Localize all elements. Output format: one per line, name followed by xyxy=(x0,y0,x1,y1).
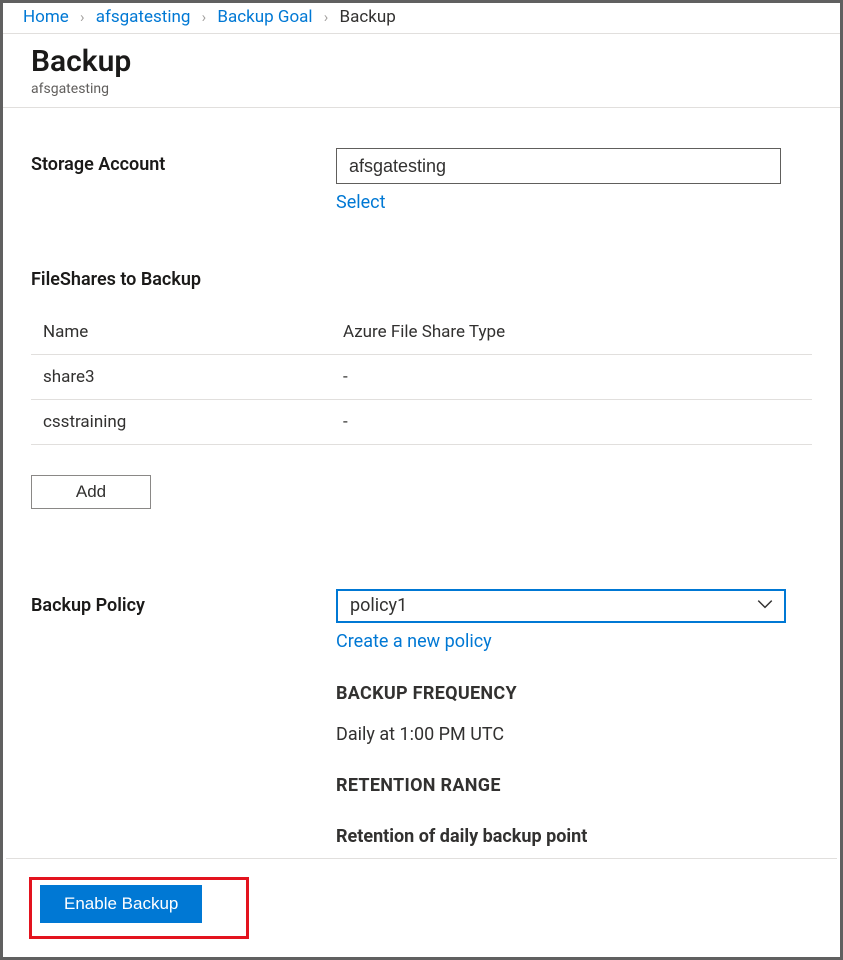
fileshare-type: - xyxy=(331,400,812,445)
fileshare-name: csstraining xyxy=(31,400,331,445)
footer-bar: Enable Backup xyxy=(6,858,837,954)
chevron-right-icon: › xyxy=(195,8,214,26)
app-frame: Home › afsgatesting › Backup Goal › Back… xyxy=(0,0,843,960)
table-row: share3 - xyxy=(31,355,812,400)
breadcrumb-current: Backup xyxy=(339,7,395,27)
fileshares-col-type: Azure File Share Type xyxy=(331,310,812,355)
storage-account-row: Storage Account Select xyxy=(31,148,812,213)
table-row: csstraining - xyxy=(31,400,812,445)
storage-account-label: Storage Account xyxy=(31,148,336,175)
storage-account-input[interactable] xyxy=(336,148,781,184)
fileshare-type: - xyxy=(331,355,812,400)
backup-policy-label: Backup Policy xyxy=(31,589,336,616)
retention-daily-header: Retention of daily backup point xyxy=(336,823,812,850)
page-subtitle: afsgatesting xyxy=(31,81,812,97)
chevron-right-icon: › xyxy=(317,8,336,26)
chevron-right-icon: › xyxy=(73,8,92,26)
add-button[interactable]: Add xyxy=(31,475,151,509)
main-content: Storage Account Select FileShares to Bac… xyxy=(3,148,840,891)
create-new-policy-link[interactable]: Create a new policy xyxy=(336,631,492,652)
fileshares-table: Name Azure File Share Type share3 - csst… xyxy=(31,310,812,445)
fileshares-section-title: FileShares to Backup xyxy=(31,269,812,290)
page-header: Backup afsgatesting xyxy=(3,34,840,108)
breadcrumb: Home › afsgatesting › Backup Goal › Back… xyxy=(3,3,840,34)
backup-policy-selected-value[interactable]: policy1 xyxy=(336,589,786,623)
storage-account-select-link[interactable]: Select xyxy=(336,192,385,213)
fileshares-col-name: Name xyxy=(31,310,331,355)
breadcrumb-link-home[interactable]: Home xyxy=(23,7,69,27)
backup-frequency-header: BACKUP FREQUENCY xyxy=(336,680,812,707)
backup-frequency-value: Daily at 1:00 PM UTC xyxy=(336,721,812,748)
breadcrumb-link-backup-goal[interactable]: Backup Goal xyxy=(217,7,312,27)
retention-range-header: RETENTION RANGE xyxy=(336,772,812,799)
enable-backup-button[interactable]: Enable Backup xyxy=(40,885,202,923)
backup-policy-row: Backup Policy policy1 Create a new polic… xyxy=(31,589,812,891)
fileshare-name: share3 xyxy=(31,355,331,400)
page-title: Backup xyxy=(31,44,812,79)
backup-policy-select[interactable]: policy1 xyxy=(336,589,786,623)
breadcrumb-link-resource[interactable]: afsgatesting xyxy=(96,7,191,27)
